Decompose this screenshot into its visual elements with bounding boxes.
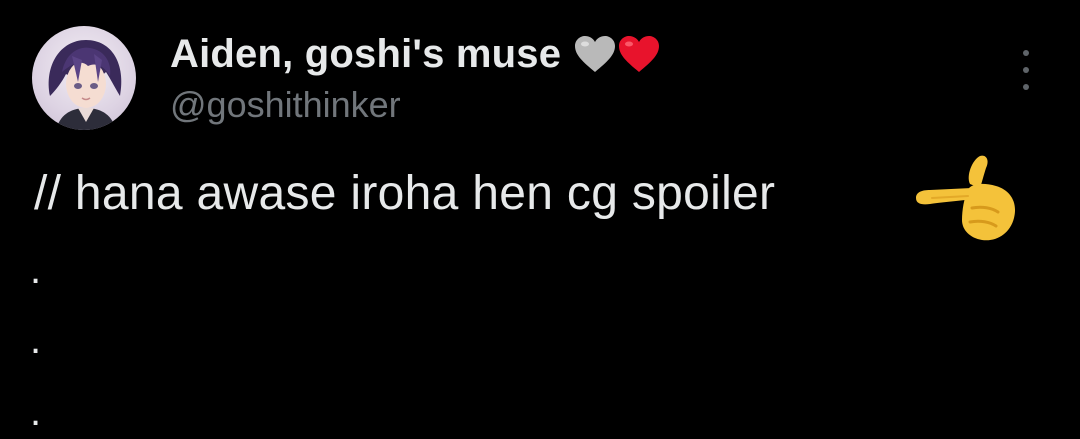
more-options-button[interactable] <box>1012 50 1040 90</box>
more-options-icon-dot <box>1023 67 1029 73</box>
continuation-line: . <box>30 318 42 362</box>
more-options-icon-dot <box>1023 84 1029 90</box>
avatar[interactable] <box>32 26 136 130</box>
author-display-name[interactable]: Aiden, goshi's muse <box>170 32 561 77</box>
grey-heart-icon <box>575 36 616 72</box>
name-emojis <box>573 34 661 74</box>
author-handle[interactable]: @goshithinker <box>170 84 401 126</box>
more-options-icon <box>1023 50 1029 56</box>
continuation-line: . <box>30 248 42 292</box>
red-heart-icon <box>619 36 660 72</box>
tweet-text: // hana awase iroha hen cg spoiler <box>34 167 776 220</box>
continuation-line: . <box>30 390 42 434</box>
backhand-index-pointing-right-icon <box>916 155 1016 241</box>
avatar-icon <box>48 40 122 130</box>
author-name-row[interactable]: Aiden, goshi's muse <box>170 32 661 76</box>
